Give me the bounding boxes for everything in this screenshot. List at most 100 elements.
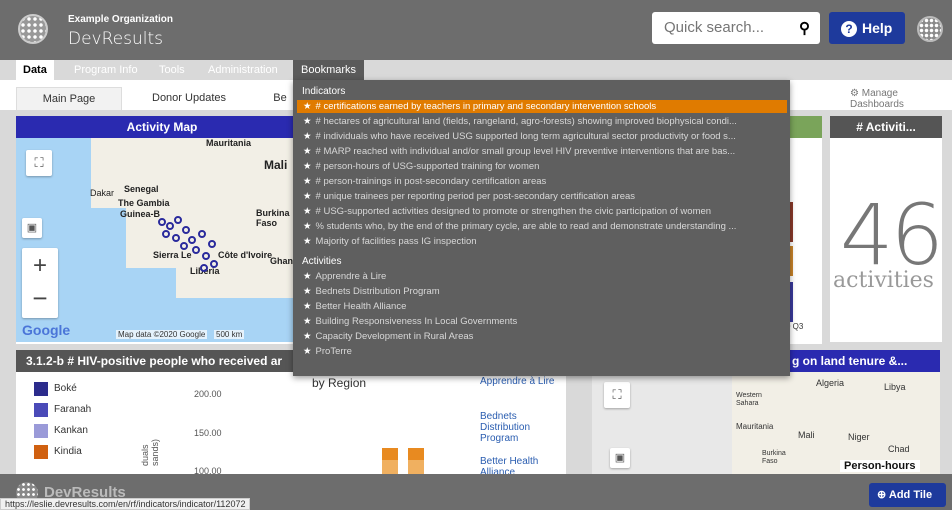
bookmark-label: # hectares of agricultural land (fields,… <box>315 116 737 127</box>
bookmark-indicator[interactable]: ★ # unique trainees per reporting period … <box>297 190 787 203</box>
bookmark-activity[interactable]: ★ ProTerre <box>297 345 787 358</box>
map-label-chad: Chad <box>888 444 910 454</box>
quick-search-input[interactable] <box>664 19 784 36</box>
star-icon: ★ <box>303 331 312 342</box>
star-icon: ★ <box>303 131 312 142</box>
star-icon: ★ <box>303 316 312 327</box>
map-marker[interactable] <box>174 216 182 224</box>
organization-logo-icon[interactable] <box>18 14 48 44</box>
search-icon[interactable]: ⚲ <box>799 19 810 37</box>
menu-administration[interactable]: Administration <box>208 60 278 80</box>
bookmarks-dropdown: Indicators ★ # certifications earned by t… <box>293 80 790 376</box>
star-icon: ★ <box>303 161 312 172</box>
menu-data[interactable]: Data <box>16 60 54 80</box>
map-marker[interactable] <box>166 222 174 230</box>
plus-circle-icon: ⊕ <box>877 489 889 501</box>
bookmark-activity[interactable]: ★ Building Responsiveness In Local Govern… <box>297 315 787 328</box>
map-type-toggle-icon[interactable]: ▣ <box>22 218 42 238</box>
bookmark-indicator[interactable]: ★% students who, by the end of the prima… <box>297 220 787 233</box>
bookmark-indicator[interactable]: ★ # person-hours of USG-supported trainin… <box>297 160 787 173</box>
activity-count-title: # Activiti... <box>830 116 942 138</box>
bookmark-indicator[interactable]: ★ # individuals who have received USG sup… <box>297 130 787 143</box>
zoom-out-icon[interactable]: − <box>22 283 58 318</box>
manage-dashboards-link[interactable]: ⚙ Manage Dashboards <box>850 88 952 110</box>
add-tile-button[interactable]: ⊕ Add Tile <box>869 483 946 507</box>
bar-mark[interactable] <box>408 448 424 460</box>
map-label-algeria: Algeria <box>816 378 845 388</box>
bookmark-indicator[interactable]: ★ # certifications earned by teachers in … <box>297 100 787 113</box>
help-label: Help <box>862 20 893 36</box>
map-marker[interactable] <box>198 230 206 238</box>
map-marker[interactable] <box>200 264 208 272</box>
bookmark-label: Capacity Development in Rural Areas <box>315 331 474 342</box>
quick-search-box[interactable]: ⚲ <box>652 12 820 44</box>
map-label-dakar: Dakar <box>90 188 115 198</box>
person-hours-overlay[interactable]: Person-hours <box>840 460 920 472</box>
bar-mark[interactable] <box>382 448 398 460</box>
map-marker[interactable] <box>180 242 188 250</box>
star-icon: ★ <box>303 191 312 202</box>
bookmark-label: # person-hours of USG-supported training… <box>315 161 540 172</box>
map-marker[interactable] <box>202 252 210 260</box>
map-marker[interactable] <box>210 260 218 268</box>
help-button[interactable]: ? Help <box>829 12 905 44</box>
fullscreen-icon[interactable]: ⛶ <box>604 382 630 408</box>
map-label-senegal: Senegal <box>124 184 159 194</box>
bookmark-indicator[interactable]: ★ # hectares of agricultural land (fields… <box>297 115 787 128</box>
map-scale: 500 km <box>214 330 245 339</box>
bookmark-indicator[interactable]: ★ # MARP reached with individual and/or s… <box>297 145 787 158</box>
bookmark-label: Building Responsiveness In Local Governm… <box>315 316 518 327</box>
bar-mark[interactable] <box>382 460 398 474</box>
map-label-mauritania: Mauritania <box>206 138 252 148</box>
map-label-mauritania: Mauritania <box>736 422 774 431</box>
star-icon: ★ <box>303 221 312 232</box>
activity-link[interactable]: Better Health Alliance <box>480 456 560 474</box>
tab-donor-updates[interactable]: Donor Updates <box>136 87 242 110</box>
bookmark-label: ProTerre <box>315 346 352 357</box>
star-icon: ★ <box>303 176 312 187</box>
map-label-libya: Libya <box>884 382 906 392</box>
menu-tools[interactable]: Tools <box>159 60 185 80</box>
tab-truncated[interactable]: Be <box>270 87 290 110</box>
tab-main-page[interactable]: Main Page <box>16 87 122 110</box>
menu-program-info[interactable]: Program Info <box>74 60 138 80</box>
activity-map[interactable]: Mauritania Mali Senegal Dakar The Gambia… <box>16 138 308 342</box>
y-axis-label: duals sands) <box>140 438 160 466</box>
map-marker[interactable] <box>158 218 166 226</box>
map-type-toggle-icon[interactable]: ▣ <box>610 448 630 468</box>
zoom-in-icon[interactable]: + <box>22 248 58 283</box>
map-marker[interactable] <box>162 230 170 238</box>
bookmark-activity[interactable]: ★ Capacity Development in Rural Areas <box>297 330 787 343</box>
y-tick: 150.00 <box>194 428 222 438</box>
organization-name: Example Organization <box>68 14 174 25</box>
bookmark-activity[interactable]: ★ Apprendre à Lire <box>297 270 787 283</box>
question-icon: ? <box>841 21 857 37</box>
map-label-burkina: Burkina Faso <box>762 450 786 465</box>
bookmark-indicator[interactable]: ★ Majority of facilities pass IG inspecti… <box>297 235 787 248</box>
bookmark-activity[interactable]: ★ Better Health Alliance <box>297 300 787 313</box>
user-menu-globe-icon[interactable] <box>917 16 943 42</box>
map-label-guinea: Guinea-B <box>120 209 161 219</box>
bookmark-activity[interactable]: ★ Bednets Distribution Program <box>297 285 787 298</box>
map-marker[interactable] <box>208 240 216 248</box>
bookmark-label: Bednets Distribution Program <box>315 286 440 297</box>
bookmark-label: # USG-supported activities designed to p… <box>315 206 712 217</box>
map-attribution[interactable]: Map data ©2020 Google <box>116 330 208 339</box>
menu-bookmarks[interactable]: Bookmarks <box>293 60 365 80</box>
brand-name[interactable]: DevResults <box>68 29 163 49</box>
activity-link[interactable]: Apprendre à Lire <box>480 376 560 387</box>
map-marker[interactable] <box>188 236 196 244</box>
bookmark-indicator[interactable]: ★ # USG-supported activities designed to … <box>297 205 787 218</box>
fullscreen-icon[interactable]: ⛶ <box>26 150 52 176</box>
bookmark-label: Apprendre à Lire <box>315 271 387 282</box>
map-marker[interactable] <box>182 226 190 234</box>
map-marker[interactable] <box>172 234 180 242</box>
bookmark-indicator[interactable]: ★ # person-trainings in post-secondary ce… <box>297 175 787 188</box>
bookmark-label: # certifications earned by teachers in p… <box>315 101 657 112</box>
legend-label: Kankan <box>54 425 88 436</box>
map-marker[interactable] <box>192 246 200 254</box>
activity-link[interactable]: Bednets Distribution Program <box>480 411 560 444</box>
activity-count-unit: activities <box>833 268 934 293</box>
bar-mark[interactable] <box>408 460 424 474</box>
y-tick: 200.00 <box>194 389 222 399</box>
